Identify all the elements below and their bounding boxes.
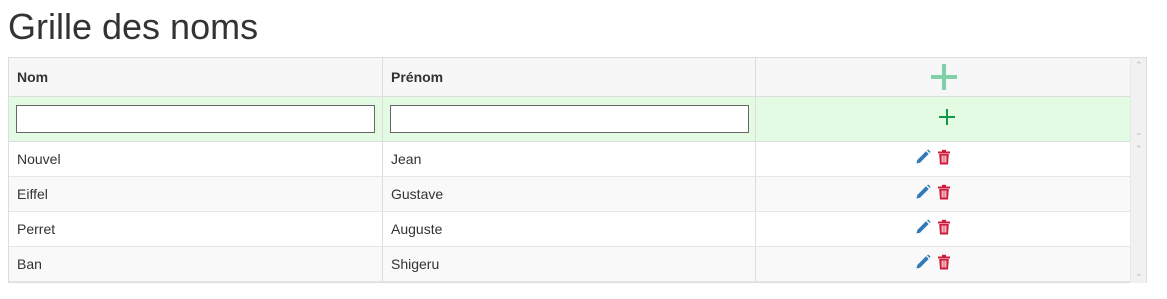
trash-icon[interactable] [936, 254, 952, 270]
cell-prenom: Shigeru [383, 247, 756, 281]
add-action-cell [756, 97, 1131, 141]
page-title: Grille des noms [8, 6, 259, 47]
trash-icon[interactable] [936, 219, 952, 235]
pencil-icon[interactable] [915, 184, 931, 200]
nom-input[interactable] [16, 105, 375, 133]
pencil-icon[interactable] [915, 149, 931, 165]
cell-nom: Eiffel [9, 177, 383, 211]
cell-prenom: Auguste [383, 212, 756, 246]
add-nom-cell [9, 97, 383, 141]
cell-prenom: Gustave [383, 177, 756, 211]
column-header-actions [756, 58, 1131, 96]
scroll-down-icon[interactable]: ⌄ [1135, 128, 1143, 137]
cell-prenom: Jean [383, 142, 756, 176]
row-actions [756, 142, 1131, 176]
prenom-input[interactable] [390, 105, 749, 133]
cell-nom: Ban [9, 247, 383, 281]
body-scrollbar[interactable]: ⌃ ⌄ [1130, 142, 1146, 283]
pencil-icon[interactable] [915, 254, 931, 270]
scroll-up-icon[interactable]: ⌃ [1135, 61, 1143, 70]
grid-add-row [9, 97, 1131, 142]
table-row: Ban Shigeru [9, 247, 1131, 282]
scroll-up-icon[interactable]: ⌃ [1135, 145, 1143, 154]
names-grid: Nom Prénom Nouvel Jean Eiffel Gustave Pe… [8, 57, 1147, 283]
add-prenom-cell [383, 97, 756, 141]
column-header-prenom[interactable]: Prénom [383, 58, 756, 96]
header-scrollbar[interactable]: ⌃ ⌄ [1130, 58, 1146, 142]
cell-nom: Nouvel [9, 142, 383, 176]
row-actions [756, 247, 1131, 281]
table-row: Perret Auguste [9, 212, 1131, 247]
pencil-icon[interactable] [915, 219, 931, 235]
column-header-nom[interactable]: Nom [9, 58, 383, 96]
row-actions [756, 177, 1131, 211]
trash-icon[interactable] [936, 149, 952, 165]
scroll-down-icon[interactable]: ⌄ [1135, 269, 1143, 278]
cell-nom: Perret [9, 212, 383, 246]
add-row-plus-icon[interactable] [939, 109, 955, 125]
table-row: Nouvel Jean [9, 142, 1131, 177]
grid-header-row: Nom Prénom [9, 58, 1131, 97]
plus-icon[interactable] [930, 64, 957, 90]
trash-icon[interactable] [936, 184, 952, 200]
row-actions [756, 212, 1131, 246]
table-row: Eiffel Gustave [9, 177, 1131, 212]
